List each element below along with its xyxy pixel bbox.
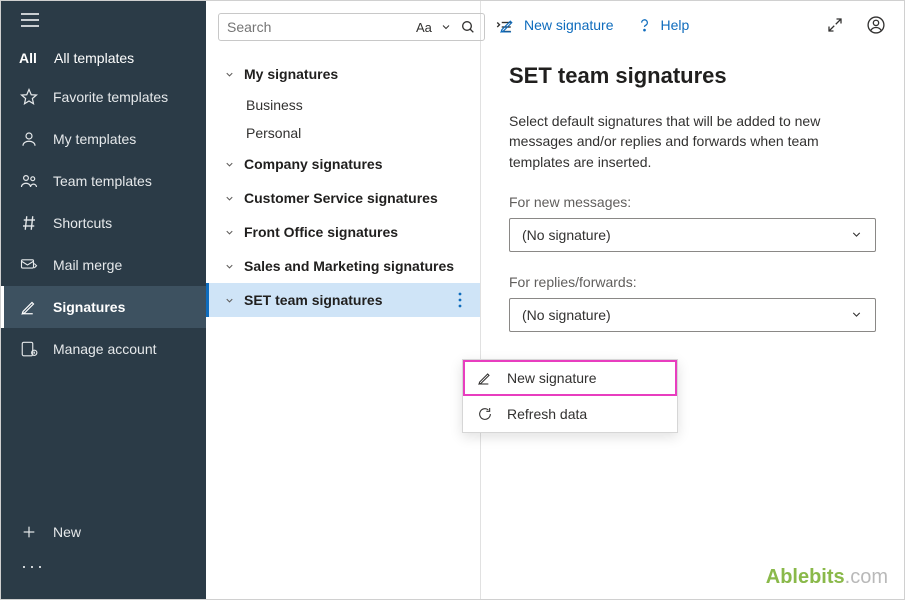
sidebar-item-label: Shortcuts: [53, 215, 112, 231]
sidebar-item-label: Team templates: [53, 173, 152, 189]
signature-tree: My signatures Business Personal Company …: [206, 51, 480, 323]
chevron-down-icon: [224, 295, 236, 306]
chevron-down-icon: [224, 193, 236, 204]
sidebar-item-label: Mail merge: [53, 257, 122, 273]
tab-all[interactable]: All: [19, 50, 37, 66]
tree-leaf-personal[interactable]: Personal: [206, 119, 480, 147]
more-vertical-icon[interactable]: [454, 292, 466, 308]
select-value: (No signature): [522, 227, 611, 243]
tree-group-company-signatures[interactable]: Company signatures: [206, 147, 480, 181]
topbar-help-label: Help: [661, 17, 690, 33]
sidebar-item-shortcuts[interactable]: Shortcuts: [1, 202, 206, 244]
sidebar-new-label: New: [53, 524, 81, 540]
pen-icon: [19, 298, 39, 316]
expand-icon[interactable]: [826, 16, 844, 34]
sidebar-item-manage-account[interactable]: Manage account: [1, 328, 206, 370]
chevron-down-icon: [850, 308, 863, 321]
detail-pane: New signature Help SET team signatures S…: [481, 1, 904, 599]
tree-group-set-team-signatures[interactable]: SET team signatures: [206, 283, 480, 317]
tree-group-label: SET team signatures: [244, 292, 383, 308]
hamburger-icon[interactable]: [21, 13, 39, 27]
topbar-new-signature-button[interactable]: New signature: [499, 17, 614, 34]
topbar-help-button[interactable]: Help: [636, 17, 690, 34]
page-title: SET team signatures: [509, 63, 876, 89]
search-options-dropdown[interactable]: [440, 21, 452, 33]
tree-group-my-signatures[interactable]: My signatures: [206, 57, 480, 91]
for-replies-forwards-label: For replies/forwards:: [509, 274, 876, 290]
page-description: Select default signatures that will be a…: [509, 111, 876, 172]
for-new-messages-label: For new messages:: [509, 194, 876, 210]
sidebar-item-favorite-templates[interactable]: Favorite templates: [1, 76, 206, 118]
sidebar-more-icon[interactable]: ···: [1, 550, 206, 587]
star-icon: [19, 88, 39, 106]
account-icon: [19, 340, 39, 358]
brand-name: Ablebits: [766, 566, 845, 588]
sidebar-item-label: Manage account: [53, 341, 157, 357]
tree-group-sales-marketing-signatures[interactable]: Sales and Marketing signatures: [206, 249, 480, 283]
context-menu-new-signature[interactable]: New signature: [463, 360, 677, 396]
question-icon: [636, 17, 653, 34]
middle-pane: Aa My signatures Business Personal: [206, 1, 481, 599]
person-icon: [19, 130, 39, 148]
tree-group-label: My signatures: [244, 66, 338, 82]
context-menu-refresh-data[interactable]: Refresh data: [463, 396, 677, 432]
brand-suffix: .com: [845, 566, 888, 588]
sidebar-tabs: All All templates: [1, 36, 206, 76]
topbar: New signature Help: [481, 1, 904, 45]
account-icon[interactable]: [866, 15, 886, 35]
tree-group-label: Front Office signatures: [244, 224, 398, 240]
tree-group-front-office-signatures[interactable]: Front Office signatures: [206, 215, 480, 249]
sidebar-item-signatures[interactable]: Signatures: [1, 286, 206, 328]
search-box[interactable]: Aa: [218, 13, 485, 41]
case-sensitive-toggle[interactable]: Aa: [416, 20, 432, 35]
hash-icon: [19, 214, 39, 232]
plus-icon: [19, 524, 39, 540]
chevron-down-icon: [224, 227, 236, 238]
context-menu: New signature Refresh data: [462, 359, 678, 433]
sidebar-item-label: Favorite templates: [53, 89, 168, 105]
chevron-down-icon: [224, 159, 236, 170]
pen-icon: [477, 370, 495, 386]
mail-merge-icon: [19, 256, 39, 274]
select-value: (No signature): [522, 307, 611, 323]
sidebar-item-label: Signatures: [53, 299, 125, 315]
search-input[interactable]: [227, 19, 408, 35]
for-new-messages-select[interactable]: (No signature): [509, 218, 876, 252]
sidebar: All All templates Favorite templates My …: [1, 1, 206, 599]
tab-all-templates[interactable]: All templates: [54, 50, 134, 66]
tree-group-label: Sales and Marketing signatures: [244, 258, 454, 274]
search-icon[interactable]: [460, 19, 476, 35]
sidebar-item-label: My templates: [53, 131, 136, 147]
chevron-down-icon: [850, 228, 863, 241]
tree-group-label: Company signatures: [244, 156, 382, 172]
people-icon: [19, 172, 39, 190]
sidebar-item-my-templates[interactable]: My templates: [1, 118, 206, 160]
pen-icon: [499, 17, 516, 34]
tree-group-customer-service-signatures[interactable]: Customer Service signatures: [206, 181, 480, 215]
tree-group-label: Customer Service signatures: [244, 190, 438, 206]
topbar-new-signature-label: New signature: [524, 17, 614, 33]
sidebar-item-team-templates[interactable]: Team templates: [1, 160, 206, 202]
brand-watermark: Ablebits.com: [766, 566, 888, 589]
chevron-down-icon: [224, 261, 236, 272]
context-menu-label: New signature: [507, 370, 597, 386]
sidebar-item-mail-merge[interactable]: Mail merge: [1, 244, 206, 286]
sidebar-nav: Favorite templates My templates Team tem…: [1, 76, 206, 514]
refresh-icon: [477, 406, 495, 422]
chevron-down-icon: [224, 69, 236, 80]
sidebar-new-button[interactable]: New: [1, 514, 206, 550]
for-replies-forwards-select[interactable]: (No signature): [509, 298, 876, 332]
tree-leaf-business[interactable]: Business: [206, 91, 480, 119]
context-menu-label: Refresh data: [507, 406, 587, 422]
